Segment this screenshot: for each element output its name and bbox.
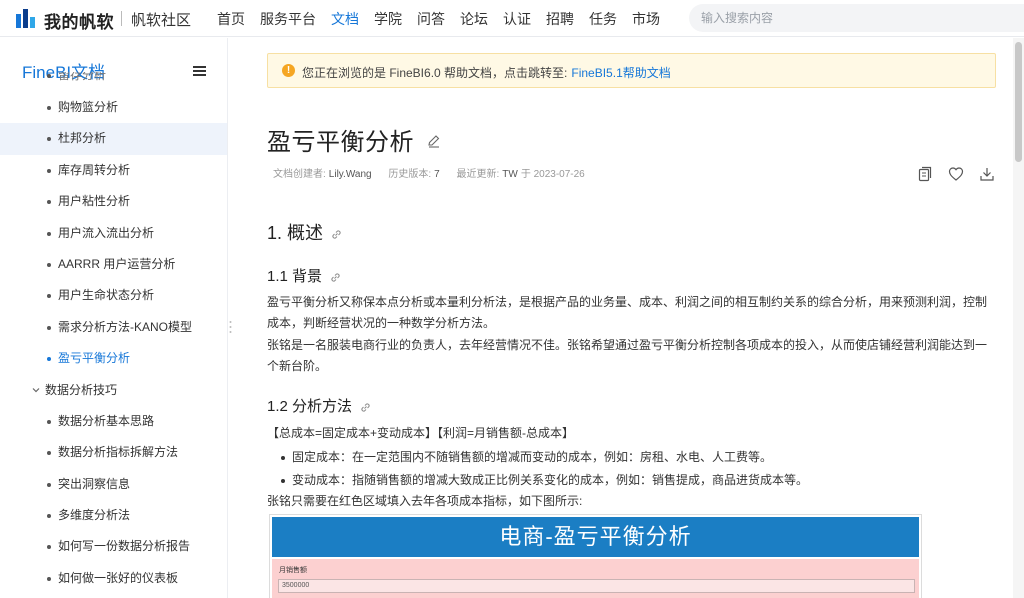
doc-content: ! 您正在浏览的是 FineBI6.0 帮助文档，点击跳转至: FineBI5.1…: [229, 38, 1024, 598]
list-item: 固定成本：在一定范围内不随销售额的增减而变动的成本，例如：房租、水电、人工费等。: [279, 446, 808, 469]
sidebar-tree: 留存分析 购物篮分析 杜邦分析 库存周转分析 用户粘性分析 用户流入流出分析 A…: [0, 72, 227, 594]
creator-value: Lily.Wang: [328, 169, 372, 180]
nav-item-market[interactable]: 市场: [632, 9, 660, 29]
scrollbar-thumb[interactable]: [1015, 42, 1022, 162]
section-heading-background: 1.1 背景: [267, 265, 341, 286]
top-navigation: 我的帆软 帆软社区 首页 服务平台 文档 学院 问答 论坛 认证 招聘 任务 市…: [0, 0, 1024, 37]
favorite-heart-icon[interactable]: [948, 166, 964, 182]
creator-label: 文档创建者:: [273, 169, 326, 180]
embed-field-label: 月销售额: [279, 567, 307, 574]
main-nav: 首页 服务平台 文档 学院 问答 论坛 认证 招聘 任务 市场: [217, 9, 675, 29]
updated-label: 最近更新:: [456, 169, 500, 180]
paragraph-definition: 盈亏平衡分析又称保本点分析或本量利分析法，是根据产品的业务量、成本、利润之间的相…: [267, 295, 988, 330]
nav-item-service[interactable]: 服务平台: [260, 9, 316, 29]
edit-icon[interactable]: [427, 134, 441, 148]
sidebar-item[interactable]: 用户粘性分析: [0, 186, 227, 217]
anchor-link-icon[interactable]: [330, 272, 341, 283]
fanruan-logo-icon[interactable]: [14, 6, 38, 30]
sidebar-item[interactable]: 数据分析基本思路: [0, 406, 227, 437]
sidebar-item[interactable]: 留存分析: [0, 72, 227, 92]
sidebar-item[interactable]: 杜邦分析: [0, 123, 227, 155]
nav-item-docs[interactable]: 文档: [331, 9, 359, 29]
section-heading-text: 1. 概述: [267, 223, 324, 243]
sidebar-item[interactable]: 如何做一张好的仪表板: [0, 563, 227, 594]
versions-value[interactable]: 7: [434, 169, 440, 180]
sidebar-item[interactable]: 突出洞察信息: [0, 469, 227, 500]
chevron-down-icon: [32, 387, 40, 392]
docs-sidebar: FineBI文档 留存分析 购物篮分析 杜邦分析 库存周转分析 用户粘性分析 用…: [0, 38, 228, 598]
page-scrollbar[interactable]: [1013, 38, 1024, 598]
community-link[interactable]: 帆软社区: [131, 9, 191, 30]
download-icon[interactable]: [979, 166, 995, 182]
nav-item-certification[interactable]: 认证: [503, 9, 531, 29]
sidebar-item-active[interactable]: 盈亏平衡分析: [0, 343, 227, 374]
bullet-list: 固定成本：在一定范围内不随销售额的增减而变动的成本，例如：房租、水电、人工费等。…: [279, 446, 808, 492]
updated-date: 于 2023-07-26: [520, 169, 585, 180]
page-title: 盈亏平衡分析: [267, 129, 414, 156]
logo-divider: [121, 11, 122, 26]
embed-title: 电商-盈亏平衡分析: [272, 517, 919, 557]
sidebar-item[interactable]: 购物篮分析: [0, 92, 227, 123]
sidebar-group-label: 数据分析技巧: [45, 382, 118, 397]
section-heading-method: 1.2 分析方法: [267, 395, 371, 416]
embedded-screenshot: 电商-盈亏平衡分析 月销售额 3500000: [269, 514, 922, 598]
sidebar-item[interactable]: 需求分析方法-KANO模型: [0, 312, 227, 343]
updated-by: TW: [502, 169, 518, 180]
anchor-link-icon[interactable]: [360, 402, 371, 413]
nav-item-qa[interactable]: 问答: [417, 9, 445, 29]
sidebar-item[interactable]: 数据分析指标拆解方法: [0, 437, 227, 468]
search-input[interactable]: [689, 4, 1024, 32]
sidebar-item[interactable]: 库存周转分析: [0, 155, 227, 186]
section-heading-text: 1.2 分析方法: [267, 398, 353, 415]
paragraph-scenario: 张铭是一名服装电商行业的负责人，去年经营情况不佳。张铭希望通过盈亏平衡分析控制各…: [267, 338, 988, 373]
nav-item-jobs[interactable]: 招聘: [546, 9, 574, 29]
nav-item-academy[interactable]: 学院: [374, 9, 402, 29]
logo-text[interactable]: 我的帆软: [44, 8, 114, 33]
sidebar-item[interactable]: AARRR 用户运营分析: [0, 249, 227, 280]
info-icon: !: [282, 64, 295, 77]
nav-item-forum[interactable]: 论坛: [460, 9, 488, 29]
sidebar-group[interactable]: 数据分析技巧: [0, 375, 227, 406]
sidebar-item[interactable]: 如何写一份数据分析报告: [0, 531, 227, 562]
version-notice: ! 您正在浏览的是 FineBI6.0 帮助文档，点击跳转至: FineBI5.1…: [267, 53, 996, 88]
nav-item-tasks[interactable]: 任务: [589, 9, 617, 29]
notice-text: 您正在浏览的是 FineBI6.0 帮助文档，点击跳转至: FineBI5.1帮助…: [302, 64, 671, 81]
doc-meta: 文档创建者: Lily.Wang 历史版本: 7 最近更新: TW 于 2023-07-…: [273, 165, 585, 180]
sidebar-item[interactable]: 用户流入流出分析: [0, 218, 227, 249]
versions-label: 历史版本:: [388, 169, 432, 180]
copy-doc-icon[interactable]: [917, 166, 933, 182]
sidebar-item[interactable]: 用户生命状态分析: [0, 280, 227, 311]
list-item: 变动成本：指随销售额的增减大致成正比例关系变化的成本，例如：销售提成，商品进货成…: [279, 469, 808, 492]
notice-message: 您正在浏览的是 FineBI6.0 帮助文档，点击跳转至:: [302, 66, 568, 80]
nav-item-home[interactable]: 首页: [217, 9, 245, 29]
embed-form-area: 月销售额 3500000: [272, 559, 919, 598]
sidebar-item[interactable]: 多维度分析法: [0, 500, 227, 531]
embed-field-value: 3500000: [278, 579, 915, 593]
paragraph-instruction: 张铭只需要在红色区域填入去年各项成本指标，如下图所示:: [267, 494, 583, 508]
section-heading-text: 1.1 背景: [267, 268, 323, 285]
notice-link[interactable]: FineBI5.1帮助文档: [571, 66, 670, 80]
anchor-link-icon[interactable]: [331, 229, 342, 240]
search-box: [689, 4, 1024, 32]
section-heading-overview: 1. 概述: [267, 219, 342, 245]
formula-text: 【总成本=固定成本+变动成本】【利润=月销售额-总成本】: [267, 426, 575, 440]
